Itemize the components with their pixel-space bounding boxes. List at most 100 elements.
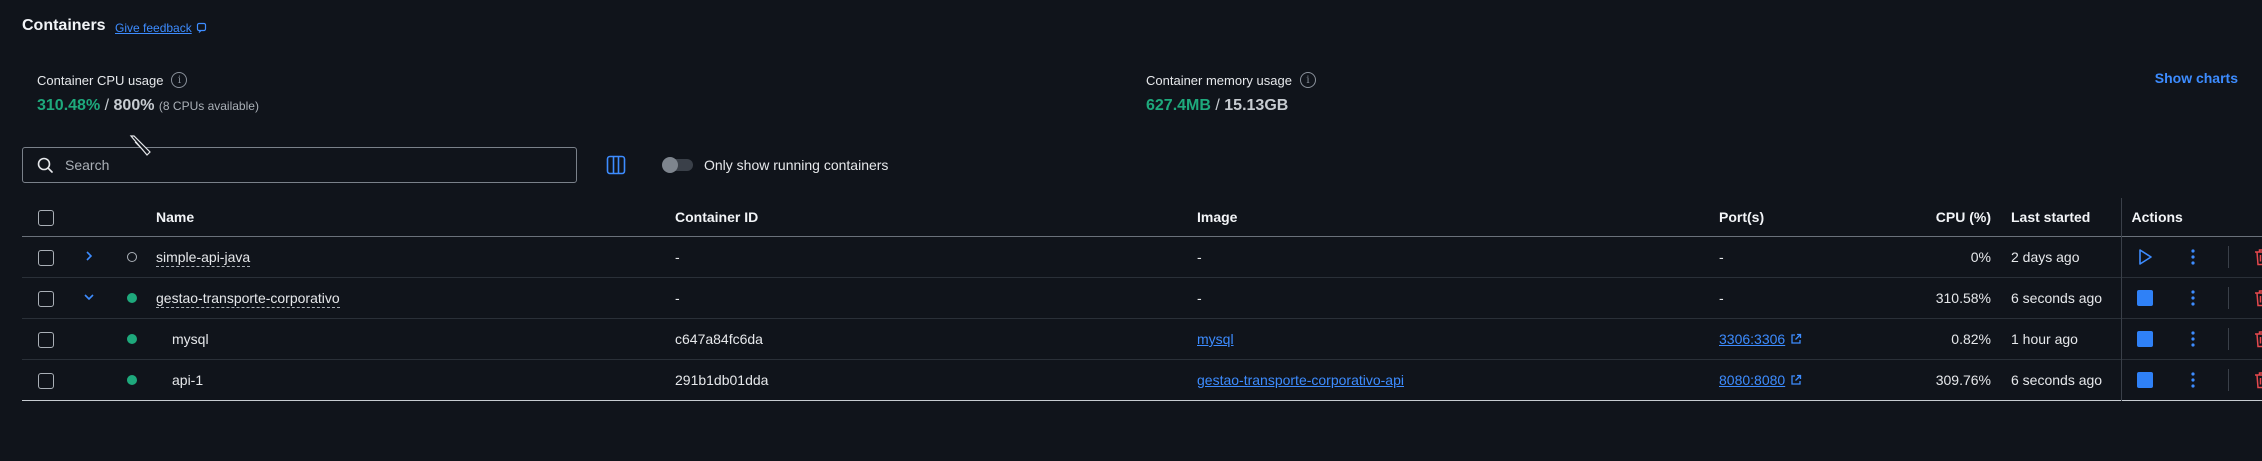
- status-stopped-icon: [127, 252, 137, 262]
- container-name[interactable]: mysql: [156, 319, 675, 360]
- mouse-cursor-icon: [129, 135, 151, 156]
- more-vertical-icon: [2191, 372, 2195, 388]
- page-title: Containers: [22, 17, 106, 34]
- container-last-started: 2 days ago: [2011, 249, 2080, 265]
- external-link-icon: [1791, 333, 1802, 344]
- container-port-link[interactable]: 3306:3306: [1719, 331, 1802, 347]
- container-name[interactable]: gestao-transporte-corporativo: [156, 290, 340, 308]
- container-ports: 3306:3306: [1719, 331, 1786, 347]
- running-only-toggle-label: Only show running containers: [704, 157, 889, 173]
- more-vertical-icon: [2191, 249, 2195, 265]
- container-cpu: 309.76%: [1935, 372, 1991, 388]
- container-image-link[interactable]: mysql: [1197, 331, 1234, 347]
- container-last-started: 6 seconds ago: [2011, 290, 2103, 306]
- container-cpu: 310.58%: [1935, 290, 1991, 306]
- table-row[interactable]: api-1 291b1db01dda gestao-transporte-cor…: [22, 359, 2262, 401]
- stop-button[interactable]: [2134, 328, 2156, 350]
- container-cpu: 0%: [1970, 249, 1991, 265]
- container-id: 291b1db01dda: [675, 372, 769, 388]
- more-vertical-icon: [2191, 290, 2195, 306]
- column-header-ports[interactable]: Port(s): [1719, 198, 1889, 237]
- chevron-down-icon[interactable]: [83, 291, 95, 303]
- select-all-checkbox[interactable]: [38, 209, 54, 226]
- stop-button[interactable]: [2134, 287, 2156, 309]
- container-name[interactable]: simple-api-java: [156, 249, 251, 267]
- action-divider: [2227, 369, 2229, 391]
- memory-usage-total: 15.13GB: [1224, 97, 1289, 114]
- container-last-started: 1 hour ago: [2011, 331, 2078, 347]
- stop-icon: [2137, 372, 2154, 388]
- container-image: -: [1197, 290, 1202, 306]
- container-cpu: 0.82%: [1951, 331, 1991, 347]
- action-divider: [2227, 287, 2229, 309]
- table-row[interactable]: gestao-transporte-corporativo - - - 310.…: [22, 277, 2262, 319]
- status-running-icon: [127, 334, 137, 344]
- container-last-started: 6 seconds ago: [2011, 372, 2103, 388]
- trash-icon: [2255, 290, 2262, 307]
- more-actions-button[interactable]: [2182, 246, 2204, 268]
- running-only-toggle[interactable]: [662, 157, 693, 173]
- table-row[interactable]: mysql c647a84fc6da mysql 3306:3306 0.82%…: [22, 318, 2262, 360]
- table-row[interactable]: simple-api-java - - - 0% 2 days ago: [22, 236, 2262, 278]
- columns-icon[interactable]: [606, 155, 626, 175]
- cpu-usage-value: 310.48%: [37, 97, 101, 114]
- column-header-name[interactable]: Name: [156, 198, 675, 237]
- row-checkbox[interactable]: [38, 331, 54, 348]
- more-actions-button[interactable]: [2182, 369, 2204, 391]
- stop-icon: [2137, 331, 2154, 347]
- cpu-usage-stat: Container CPU usage i 310.48% / 800% (8 …: [37, 72, 259, 115]
- container-id: c647a84fc6da: [675, 331, 763, 347]
- action-divider: [2227, 246, 2229, 268]
- cpu-usage-total: 800%: [113, 97, 155, 114]
- stop-button[interactable]: [2134, 369, 2156, 391]
- container-id: -: [675, 290, 680, 306]
- container-port-link[interactable]: 8080:8080: [1719, 372, 1802, 388]
- info-icon[interactable]: i: [171, 72, 188, 88]
- more-actions-button[interactable]: [2182, 287, 2204, 309]
- trash-icon: [2255, 331, 2262, 348]
- status-running-icon: [127, 293, 137, 303]
- search-box[interactable]: [22, 147, 577, 183]
- info-icon[interactable]: i: [1299, 72, 1316, 88]
- container-name[interactable]: api-1: [156, 360, 675, 401]
- cpu-available-note: (8 CPUs available): [158, 99, 259, 113]
- column-header-last-started[interactable]: Last started: [1999, 198, 2121, 237]
- column-header-container-id[interactable]: Container ID: [675, 198, 1197, 237]
- trash-icon: [2255, 249, 2262, 266]
- column-header-image[interactable]: Image: [1197, 198, 1719, 237]
- cpu-usage-separator: /: [104, 97, 110, 114]
- more-actions-button[interactable]: [2182, 328, 2204, 350]
- row-checkbox[interactable]: [38, 372, 54, 389]
- external-link-icon: [1791, 374, 1802, 385]
- container-image-link[interactable]: gestao-transporte-corporativo-api: [1197, 372, 1404, 388]
- delete-button[interactable]: [2251, 287, 2262, 309]
- chevron-right-icon[interactable]: [83, 250, 95, 262]
- delete-button[interactable]: [2251, 246, 2262, 268]
- row-checkbox[interactable]: [38, 249, 54, 266]
- start-button[interactable]: [2134, 246, 2156, 268]
- container-id: -: [675, 249, 680, 265]
- containers-table: Name Container ID Image Port(s) CPU (%) …: [22, 198, 2262, 401]
- play-icon: [2139, 249, 2153, 265]
- column-header-cpu[interactable]: CPU (%): [1889, 198, 1999, 237]
- more-vertical-icon: [2191, 331, 2195, 347]
- delete-button[interactable]: [2251, 328, 2262, 350]
- container-ports: -: [1719, 249, 1724, 265]
- container-image: -: [1197, 249, 1202, 265]
- table-header-row: Name Container ID Image Port(s) CPU (%) …: [22, 198, 2262, 237]
- row-checkbox[interactable]: [38, 290, 54, 307]
- status-running-icon: [127, 375, 137, 385]
- search-icon: [37, 157, 53, 173]
- cpu-usage-label: Container CPU usage: [37, 72, 164, 88]
- delete-button[interactable]: [2251, 369, 2262, 391]
- stop-icon: [2137, 290, 2154, 306]
- memory-usage-stat: Container memory usage i 627.4MB / 15.13…: [1146, 72, 1316, 115]
- memory-usage-separator: /: [1215, 97, 1220, 114]
- show-charts-button[interactable]: Show charts: [2155, 70, 2238, 86]
- feedback-icon: [196, 22, 206, 33]
- memory-usage-value: 627.4MB: [1146, 97, 1211, 114]
- memory-usage-label: Container memory usage: [1146, 72, 1292, 88]
- toggle-knob: [662, 157, 678, 173]
- give-feedback-link[interactable]: Give feedback: [115, 21, 208, 35]
- give-feedback-label: Give feedback: [115, 21, 192, 35]
